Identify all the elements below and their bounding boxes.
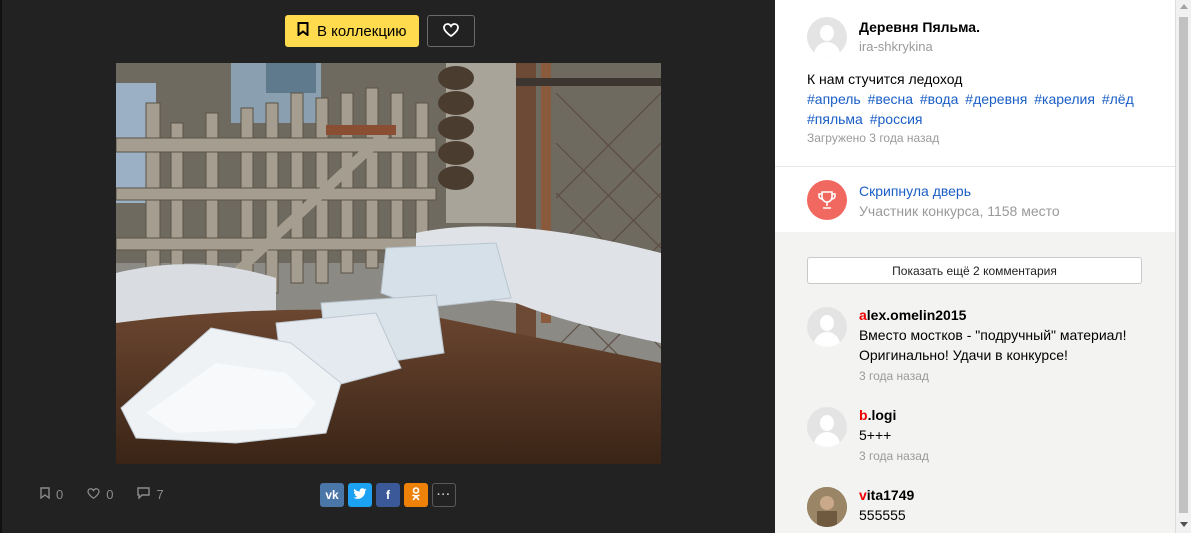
scroll-down-icon[interactable] [1180, 522, 1188, 527]
comments-stat[interactable]: 7 [137, 487, 164, 502]
likes-stat[interactable]: 0 [87, 487, 113, 502]
tag-link[interactable]: #апрель [807, 91, 861, 107]
tag-link[interactable]: #пяльма [807, 111, 863, 127]
commenter-name[interactable]: alex.omelin2015 [859, 307, 1149, 323]
scrollbar[interactable] [1175, 0, 1191, 533]
add-to-collection-label: В коллекцию [317, 22, 407, 40]
commenter-name[interactable]: b.logi [859, 407, 1149, 423]
commenter-name[interactable]: vita1749 [859, 487, 1149, 503]
comment-item: vita1749 555555 [807, 487, 1149, 527]
comment-item: b.logi 5+++ 3 года назад [807, 407, 1149, 463]
bookmark-icon [40, 487, 50, 502]
tag-link[interactable]: #деревня [965, 91, 1027, 107]
trophy-icon [807, 180, 847, 220]
main-photo[interactable] [116, 63, 661, 464]
heart-icon [442, 22, 459, 40]
scroll-up-icon[interactable] [1180, 4, 1188, 9]
bookmark-icon [297, 22, 309, 40]
author-login[interactable]: ira-shkrykina [859, 39, 980, 54]
comments-section: Показать ещё 2 комментария alex.omelin20… [775, 232, 1175, 533]
vk-icon: vk [325, 488, 339, 502]
share-twitter-button[interactable] [348, 483, 372, 507]
odnoklassniki-icon [411, 486, 421, 504]
saves-stat[interactable]: 0 [40, 487, 63, 502]
comment-text: 555555 [859, 507, 906, 523]
commenter-avatar[interactable] [807, 407, 847, 447]
facebook-icon: f [386, 488, 390, 502]
likes-count: 0 [106, 487, 114, 502]
saves-count: 0 [56, 487, 64, 502]
upload-time: Загружено 3 года назад [807, 131, 940, 145]
like-button[interactable] [426, 15, 475, 47]
comment-time: 3 года назад [859, 449, 929, 463]
more-icon: ··· [437, 489, 451, 501]
comment-item: alex.omelin2015 Вместо мостков - "подруч… [807, 307, 1149, 383]
contest-place: Участник конкурса, 1158 место [859, 203, 1060, 219]
author-block[interactable]: Деревня Пяльма. ira-shkrykina [807, 17, 980, 57]
comments-count: 7 [156, 487, 164, 502]
share-vk-button[interactable]: vk [320, 483, 344, 507]
info-panel: Деревня Пяльма. ira-shkrykina К нам стуч… [775, 0, 1175, 533]
divider [775, 166, 1175, 167]
twitter-icon [353, 487, 367, 503]
comment-time: 3 года назад [859, 369, 929, 383]
author-name[interactable]: Деревня Пяльма. [859, 19, 980, 35]
share-ok-button[interactable] [404, 483, 428, 507]
tag-link[interactable]: #лёд [1102, 91, 1134, 107]
show-more-comments-button[interactable]: Показать ещё 2 комментария [807, 257, 1142, 284]
scrollbar-thumb[interactable] [1179, 17, 1188, 513]
author-avatar[interactable] [807, 17, 847, 57]
contest-title[interactable]: Скрипнула дверь [859, 183, 1060, 199]
add-to-collection-button[interactable]: В коллекцию [285, 15, 419, 47]
comment-icon [137, 487, 151, 502]
viewer-edge [0, 0, 2, 533]
contest-block[interactable]: Скрипнула дверь Участник конкурса, 1158 … [807, 180, 1060, 220]
tag-list: #апрель #весна #вода #деревня #карелия #… [807, 89, 1147, 129]
commenter-avatar[interactable] [807, 307, 847, 347]
tag-link[interactable]: #вода [920, 91, 959, 107]
photo-viewer: В коллекцию 0 0 7 vk f ··· [0, 0, 775, 533]
photo-description: К нам стучится ледоход [807, 71, 963, 87]
tag-link[interactable]: #россия [870, 111, 923, 127]
share-more-button[interactable]: ··· [432, 483, 456, 507]
comment-text: Вместо мостков - "подручный" материал! О… [859, 327, 1127, 363]
share-facebook-button[interactable]: f [376, 483, 400, 507]
comment-text: 5+++ [859, 427, 892, 443]
commenter-avatar[interactable] [807, 487, 847, 527]
tag-link[interactable]: #карелия [1034, 91, 1095, 107]
share-buttons: vk f ··· [320, 483, 456, 507]
top-actions: В коллекцию [285, 15, 475, 47]
photo-stats: 0 0 7 [40, 487, 164, 502]
heart-icon [87, 487, 100, 502]
tag-link[interactable]: #весна [868, 91, 913, 107]
